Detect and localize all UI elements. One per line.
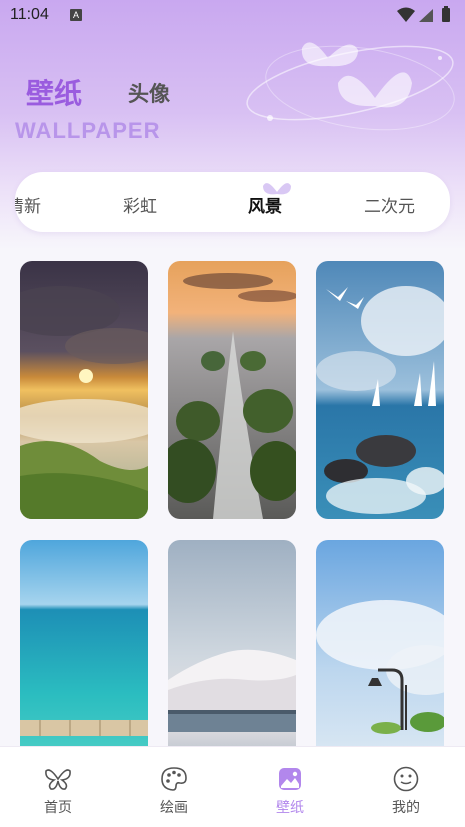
butterfly-icon bbox=[45, 769, 71, 790]
nav-home-label: 首页 bbox=[44, 800, 72, 816]
bottom-nav: 首页 绘画 壁纸 我的 bbox=[0, 746, 465, 827]
tab-wallpaper[interactable]: 壁纸 bbox=[26, 72, 82, 112]
wifi-icon bbox=[397, 7, 415, 22]
nav-mine-label: 我的 bbox=[392, 800, 420, 816]
tab-avatar[interactable]: 头像 bbox=[128, 78, 170, 108]
butterfly-decoration bbox=[246, 42, 455, 131]
nav-painting-label: 绘画 bbox=[160, 800, 188, 816]
category-qingxin[interactable]: 清新 bbox=[15, 192, 41, 217]
wallpaper-image-sailboats bbox=[316, 261, 444, 519]
category-erciyuan[interactable]: 二次元 bbox=[364, 192, 415, 217]
nav-mine[interactable]: 我的 bbox=[348, 747, 464, 827]
palette-icon bbox=[161, 767, 187, 791]
signal-icon bbox=[419, 9, 433, 22]
wallpaper-icon bbox=[279, 768, 301, 790]
status-time: 11:04 bbox=[10, 6, 49, 23]
wallpaper-image-sunrise bbox=[20, 261, 148, 519]
battery-icon bbox=[442, 6, 450, 22]
header-subtitle: WALLPAPER bbox=[15, 118, 161, 143]
wallpaper-tile[interactable] bbox=[168, 261, 296, 519]
nav-wallpaper-label: 壁纸 bbox=[276, 800, 304, 816]
nav-home[interactable]: 首页 bbox=[0, 747, 116, 827]
status-icons bbox=[397, 6, 450, 22]
notification-icon: A bbox=[70, 9, 82, 21]
category-bar: 清新 彩虹 风景 二次元 bbox=[15, 172, 450, 232]
wallpaper-tile[interactable] bbox=[20, 261, 148, 519]
category-fengjing[interactable]: 风景 bbox=[248, 192, 282, 217]
wallpaper-image-rocky-shore bbox=[168, 261, 296, 519]
nav-wallpaper[interactable]: 壁纸 bbox=[232, 747, 348, 827]
wallpaper-tile[interactable] bbox=[316, 261, 444, 519]
nav-painting[interactable]: 绘画 bbox=[116, 747, 232, 827]
category-caihong[interactable]: 彩虹 bbox=[123, 192, 157, 217]
smiley-icon bbox=[393, 766, 419, 792]
